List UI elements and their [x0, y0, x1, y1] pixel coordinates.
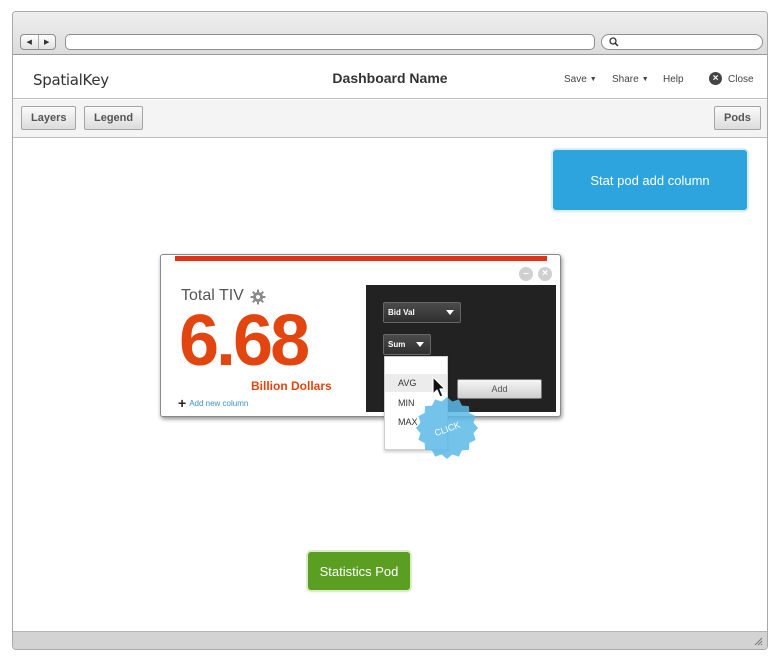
legend-button[interactable]: Legend — [84, 106, 144, 130]
annotation-statistics-pod: Statistics Pod — [308, 552, 410, 590]
add-column-label: Add new column — [189, 399, 249, 408]
nav-buttons: ◀ ▶ — [20, 34, 56, 50]
field-select[interactable]: Bid Val — [383, 302, 461, 323]
app-header: SpatialKey Dashboard Name Save ▼ Share ▼ H… — [13, 56, 767, 99]
url-field[interactable] — [65, 34, 595, 50]
stat-units: Billion Dollars — [251, 379, 332, 393]
caret-down-icon: ▼ — [641, 76, 649, 83]
aggregate-select[interactable]: Sum — [383, 334, 431, 355]
add-button[interactable]: Add — [457, 379, 542, 399]
back-arrow-icon[interactable]: ◀ — [21, 35, 39, 49]
save-menu[interactable]: Save ▼ — [564, 74, 597, 85]
browser-toolbar: ◀ ▶ — [13, 12, 767, 55]
save-menu-label: Save — [564, 74, 587, 85]
share-menu[interactable]: Share ▼ — [612, 74, 649, 85]
app-toolbar: Layers Legend Pods — [13, 100, 767, 138]
close-label: Close — [728, 74, 754, 85]
pod-accent-bar — [175, 256, 547, 261]
annotation-stat-pod-add-column: Stat pod add column — [553, 150, 747, 210]
close-button[interactable]: Close — [728, 74, 754, 85]
pods-button[interactable]: Pods — [714, 106, 761, 130]
dropdown-arrow-icon — [416, 342, 424, 347]
field-select-value: Bid Val — [388, 308, 415, 317]
search-icon — [609, 37, 619, 47]
browser-search-field[interactable] — [601, 34, 763, 50]
add-column-link[interactable]: + Add new column — [178, 395, 248, 411]
layers-button[interactable]: Layers — [21, 106, 77, 130]
mouse-cursor-icon — [432, 376, 446, 398]
minimize-icon[interactable]: – — [519, 267, 533, 281]
stat-value: 6.68 — [179, 301, 310, 381]
statistics-pod: – × Total TIV 6.68 Billion Dollars + Add … — [160, 254, 561, 417]
plus-icon: + — [178, 395, 187, 411]
help-link[interactable]: Help — [663, 74, 684, 85]
dropdown-arrow-icon — [446, 310, 454, 315]
forward-arrow-icon[interactable]: ▶ — [39, 35, 56, 49]
dashboard-title[interactable]: Dashboard Name — [13, 70, 767, 86]
aggregate-select-value: Sum — [388, 340, 406, 349]
share-menu-label: Share — [612, 74, 639, 85]
click-indicator-icon: CLICK — [416, 397, 478, 459]
help-label: Help — [663, 74, 684, 85]
resize-grip-icon[interactable] — [753, 636, 763, 646]
close-icon[interactable]: × — [538, 267, 552, 281]
status-bar — [13, 631, 767, 649]
caret-down-icon: ▼ — [589, 76, 597, 83]
close-circle-icon[interactable]: × — [709, 72, 722, 85]
